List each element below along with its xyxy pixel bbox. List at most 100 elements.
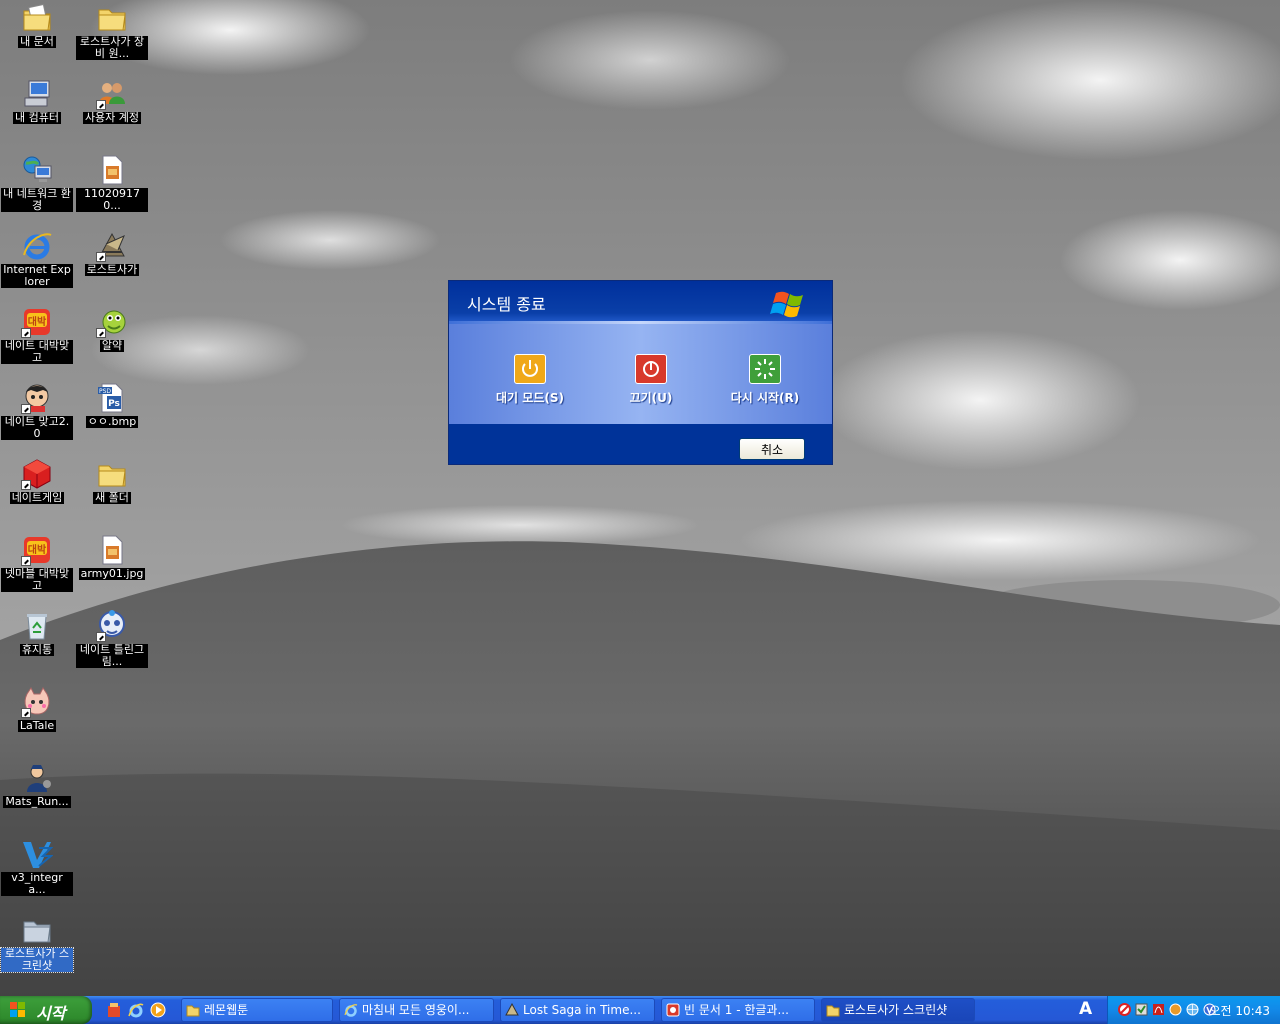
desktop-icon-label: Mats_Run... — [3, 795, 71, 808]
wallpaper — [0, 0, 1280, 996]
desktop-icon-latale[interactable]: LaTale — [1, 686, 73, 732]
taskbar-window-ie-article[interactable]: 마침내 모든 영웅이... — [339, 998, 494, 1022]
desktop-icon-mats-run[interactable]: Mats_Run... — [1, 762, 73, 808]
desktop-icon-label: 110209170... — [76, 188, 148, 212]
hwp-icon — [666, 1003, 680, 1017]
desktop-icon-lostsaga-equipment[interactable]: 로스트사가 장비 원... — [76, 2, 148, 60]
ie-icon — [344, 1004, 358, 1017]
image-file-icon — [96, 534, 128, 566]
lostsaga-icon — [505, 1003, 519, 1016]
desktop-icon-label: 사용자 계정 — [82, 111, 142, 124]
desktop-icon-my-computer[interactable]: 내 컴퓨터 — [1, 78, 73, 124]
desktop-icon-v3-integrated[interactable]: v3_integra... — [1, 838, 73, 896]
windows-logo-icon — [770, 291, 803, 318]
system-tray: 오전 10:43 — [1107, 996, 1280, 1024]
desktop-icon-netmarble-daebak[interactable]: 대박 넷마블 대박맞고 — [1, 534, 73, 592]
desktop-icon-label: 넷마블 대박맞고 — [1, 568, 73, 592]
desktop-icon-lostsaga-screenshot[interactable]: 로스트사가 스크린샷 — [0, 914, 74, 973]
quick-launch-ie-icon[interactable] — [128, 1002, 144, 1018]
desktop-icon-nate-spot-difference[interactable]: 네이트 틀린그림... — [76, 610, 148, 668]
desktop-icon-alyac[interactable]: 알약 — [76, 306, 148, 352]
desktop-icon-internet-explorer[interactable]: Internet Explorer — [1, 230, 73, 288]
desktop-icon-lostsaga[interactable]: 로스트사가 — [76, 230, 148, 276]
desktop-icon-label: v3_integra... — [1, 872, 73, 896]
taskbar-window-label: Lost Saga in Time... — [523, 1003, 641, 1017]
matgo-character-icon — [21, 382, 53, 414]
desktop-icon-label: LaTale — [17, 719, 57, 732]
dialog-footer: 취소 — [449, 424, 832, 464]
desktop[interactable] — [0, 0, 1280, 996]
desktop-icon-label: 네이트게임 — [9, 491, 65, 504]
clock[interactable]: 오전 10:43 — [1210, 1002, 1270, 1019]
desktop-icon-label: 네이트 맞고2.0 — [1, 416, 73, 440]
language-indicator[interactable]: A — [1079, 999, 1092, 1019]
daebak-game-icon: 대박 — [21, 306, 53, 338]
start-button[interactable]: 시작 — [0, 996, 92, 1024]
desktop-icon-network[interactable]: 내 네트워크 환경 — [1, 154, 73, 212]
taskbar-window-label: 빈 문서 1 - 한글과... — [684, 1003, 789, 1017]
folder-documents-icon — [21, 2, 53, 34]
blocked-icon[interactable] — [1118, 1003, 1131, 1016]
taskbar-window-label: 마침내 모든 영웅이... — [362, 1003, 470, 1017]
shortcut-arrow-icon — [96, 632, 106, 642]
svg-text:대박: 대박 — [28, 315, 47, 328]
desktop-icon-label: 알약 — [99, 339, 125, 352]
taskbar-window-hwp-document[interactable]: 빈 문서 1 - 한글과... — [661, 998, 815, 1022]
dialog-header: 시스템 종료 — [449, 281, 832, 321]
latale-cat-icon — [21, 686, 53, 718]
desktop-icon-image-file-110209170[interactable]: 110209170... — [76, 154, 148, 212]
desktop-icon-label: 네이트 틀린그림... — [76, 644, 148, 668]
desktop-icon-label: 휴지통 — [19, 643, 55, 656]
restart-icon — [749, 354, 781, 384]
desktop-icon-label: 로스트사가 스크린샷 — [0, 947, 74, 973]
desktop-icon-nate-game[interactable]: 네이트게임 — [1, 458, 73, 504]
my-computer-icon — [21, 78, 53, 110]
svg-text:PSD: PSD — [99, 388, 111, 395]
desktop-icon-new-folder[interactable]: 새 폴더 — [76, 458, 148, 504]
turn-off-button[interactable]: 끄기(U) — [596, 354, 706, 406]
svg-text:대박: 대박 — [28, 543, 47, 556]
quick-launch-media-player-icon[interactable] — [150, 1002, 166, 1018]
restart-button[interactable]: 다시 시작(R) — [710, 354, 820, 406]
svg-text:Ps: Ps — [108, 399, 120, 409]
shortcut-arrow-icon — [21, 328, 31, 338]
desktop-icon-nate-daebak[interactable]: 대박 네이트 대박맞고 — [1, 306, 73, 364]
lostsaga-game-icon — [96, 230, 128, 262]
desktop-icon-recycle-bin[interactable]: 휴지통 — [1, 610, 73, 656]
taskbar-window-lemon-webtoon[interactable]: 레몬웹툰 — [181, 998, 333, 1022]
folder-icon — [96, 458, 128, 490]
desktop-icon-label: 새 폴더 — [93, 491, 131, 504]
desktop-icon-nate-matgo[interactable]: 네이트 맞고2.0 — [1, 382, 73, 440]
standby-label: 대기 모드(S) — [496, 391, 564, 405]
desktop-icon-label: 내 컴퓨터 — [13, 111, 61, 124]
dialog-body: 대기 모드(S) 끄기(U) 다시 시작(R) — [449, 324, 832, 424]
pdf-icon[interactable] — [1152, 1003, 1165, 1016]
quick-launch-app-icon[interactable] — [106, 1002, 122, 1018]
restart-label: 다시 시작(R) — [730, 391, 800, 405]
desktop-icon-label: Internet Explorer — [1, 264, 73, 288]
start-label: 시작 — [36, 1004, 66, 1023]
taskbar-window-lost-saga[interactable]: Lost Saga in Time... — [500, 998, 655, 1022]
cancel-button[interactable]: 취소 — [739, 438, 805, 460]
desktop-icon-label: 내 네트워크 환경 — [1, 188, 73, 212]
taskbar-window-lostsaga-screenshot-folder[interactable]: 로스트사가 스크린샷 — [821, 998, 975, 1022]
desktop-icon-user-accounts[interactable]: 사용자 계정 — [76, 78, 148, 124]
shortcut-arrow-icon — [21, 480, 31, 490]
desktop-icon-my-documents[interactable]: 내 문서 — [1, 2, 73, 48]
photoshop-file-icon: PSD Ps — [96, 382, 128, 414]
daebak-game-icon: 대박 — [21, 534, 53, 566]
image-file-icon — [96, 154, 128, 186]
desktop-icon-label: ㅇㅇ.bmp — [85, 415, 139, 428]
desktop-icon-label: 내 문서 — [18, 35, 56, 48]
desktop-icon-label: 네이트 대박맞고 — [1, 340, 73, 364]
standby-button[interactable]: 대기 모드(S) — [475, 354, 585, 406]
security-shield-icon[interactable] — [1135, 1003, 1148, 1016]
app-tray-icon[interactable] — [1169, 1003, 1182, 1016]
folder-icon — [21, 914, 53, 946]
shortcut-arrow-icon — [21, 404, 31, 414]
user-accounts-icon — [96, 78, 128, 110]
desktop-icon-bmp-file[interactable]: PSD Ps ㅇㅇ.bmp — [76, 382, 148, 428]
desktop-icon-army01-jpg[interactable]: army01.jpg — [76, 534, 148, 580]
network-globe-icon[interactable] — [1186, 1003, 1199, 1016]
desktop-icon-label: 로스트사가 장비 원... — [76, 36, 148, 60]
